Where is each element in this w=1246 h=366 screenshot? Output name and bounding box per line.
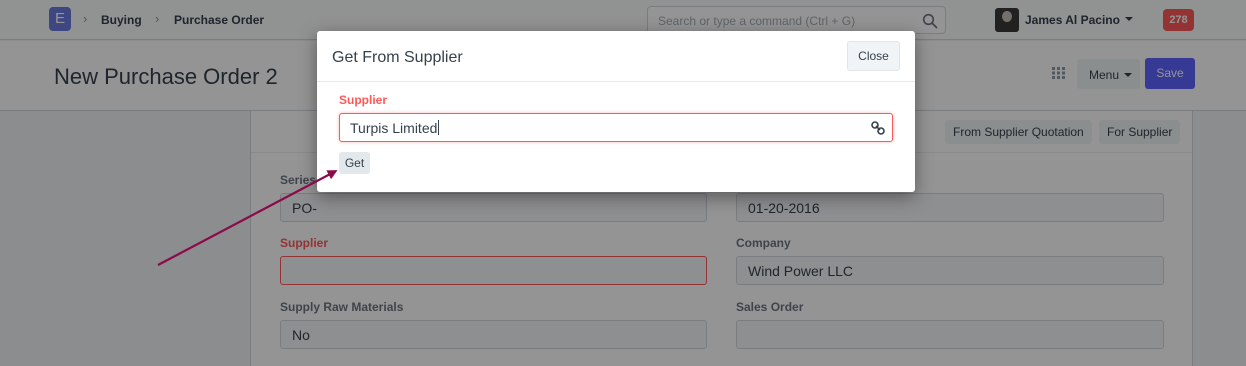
get-button[interactable]: Get — [339, 152, 370, 174]
link-icon[interactable] — [871, 121, 885, 135]
dialog-supplier-label: Supplier — [339, 93, 388, 107]
dialog-supplier-input[interactable]: Turpis Limited — [339, 113, 893, 142]
close-button[interactable]: Close — [847, 41, 900, 71]
text-cursor — [438, 120, 440, 135]
dialog-title: Get From Supplier — [332, 49, 463, 66]
dialog-header: Get From Supplier Close — [317, 31, 915, 82]
get-from-supplier-dialog: Get From Supplier Close Supplier Turpis … — [317, 31, 915, 192]
dialog-supplier-text: Turpis Limited — [350, 120, 438, 136]
dialog-supplier-value: Turpis Limited — [350, 120, 440, 136]
